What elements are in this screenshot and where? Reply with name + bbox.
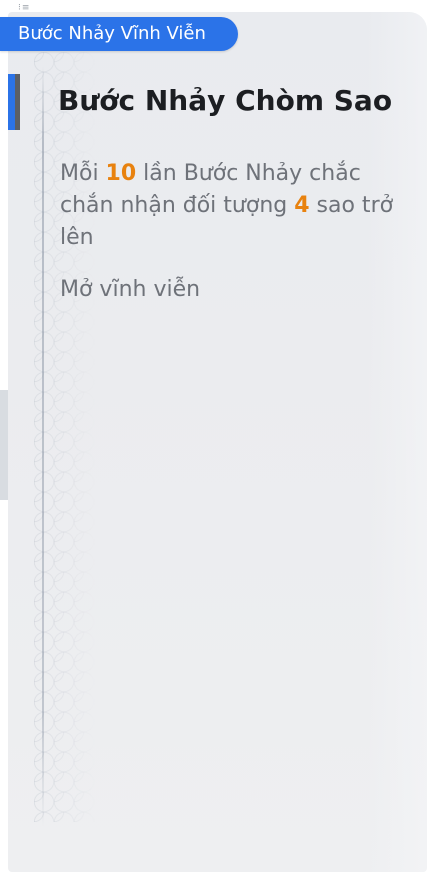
edge-shade <box>0 390 8 500</box>
tab-permanent-jump[interactable]: Bước Nhảy Vĩnh Viễn <box>0 17 238 51</box>
panel-title: Bước Nhảy Chòm Sao <box>58 84 393 117</box>
unlock-status: Mở vĩnh viễn <box>60 277 201 302</box>
panel-description: Mỗi 10 lần Bước Nhảy chắc chắn nhận đối … <box>60 158 400 254</box>
desc-part1: Mỗi <box>60 161 106 186</box>
list-icon: ⁝≡ <box>18 3 31 13</box>
title-accent-shadow <box>15 74 20 130</box>
desc-count: 10 <box>105 161 137 186</box>
desc-stars: 4 <box>294 193 310 218</box>
tab-label: Bước Nhảy Vĩnh Viễn <box>18 23 206 44</box>
divider-line <box>42 66 44 826</box>
info-card <box>8 12 427 872</box>
title-accent-bar <box>8 74 15 130</box>
